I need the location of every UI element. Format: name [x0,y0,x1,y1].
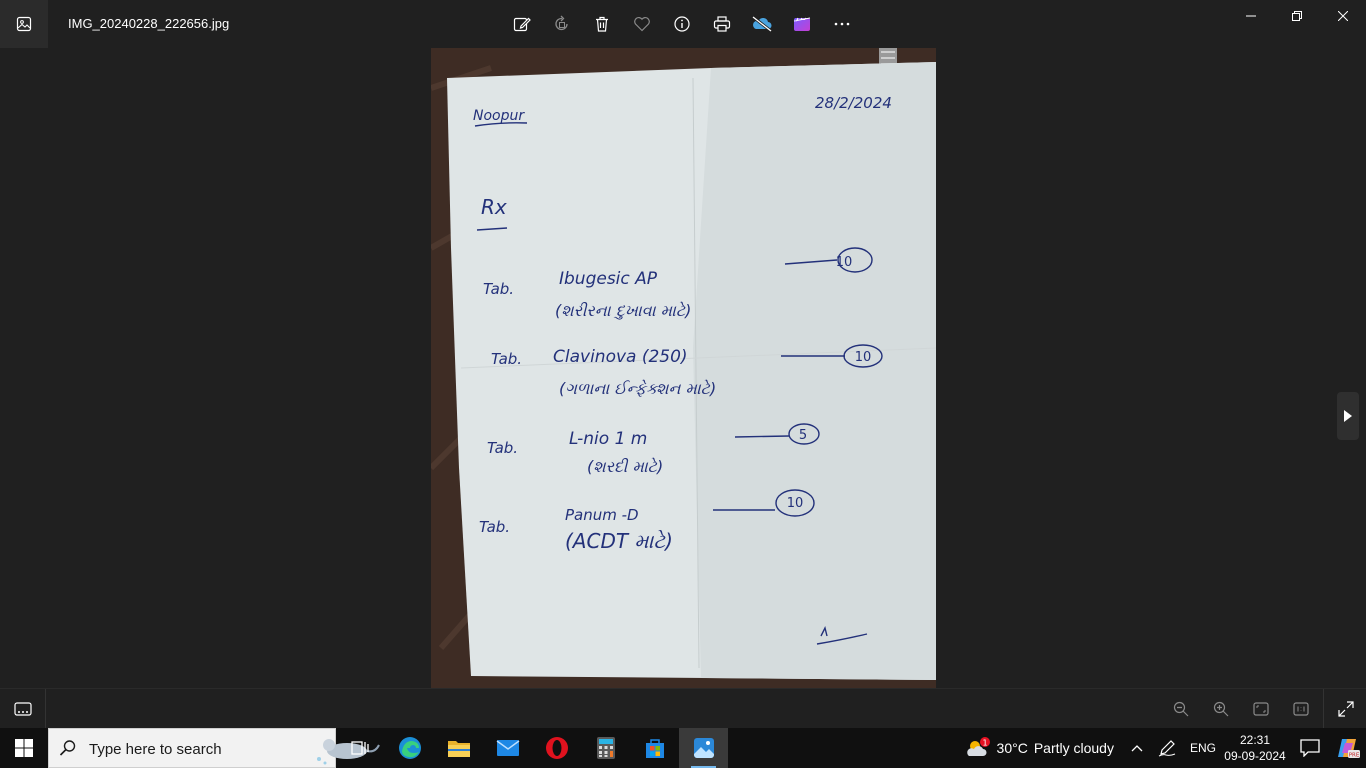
mail-app[interactable] [483,728,532,768]
info-icon[interactable] [662,4,702,44]
opera-icon [545,737,568,759]
zoom-in-icon[interactable] [1201,689,1241,728]
clock[interactable]: 22:31 09-09-2024 [1224,732,1286,764]
notification-icon [1300,739,1320,757]
item-note: (શરદી માટે) [587,457,663,476]
task-view-icon [350,741,369,755]
edit-icon[interactable] [502,4,542,44]
copilot-button[interactable]: PRE [1330,728,1366,768]
opera-app[interactable] [532,728,581,768]
partly-cloudy-icon: 1 [966,737,990,756]
more-icon[interactable] [822,4,862,44]
input-language[interactable]: ENG [1182,741,1224,755]
close-icon[interactable] [1320,0,1366,32]
rotate-icon[interactable] [542,4,582,44]
patient-name: Noopur [473,108,525,124]
start-button[interactable] [0,728,48,768]
calculator-app[interactable] [581,728,630,768]
notification-center-button[interactable] [1290,728,1330,768]
item-drug: Ibugesic AP [559,269,658,289]
item-note: (શરીરના દુખાવા માટે) [555,301,691,320]
weather-description: Partly cloudy [1033,740,1114,756]
item-prefix: Tab. [483,280,514,298]
item-qty: 10 [855,350,872,365]
item-drug: Panum -D [565,506,639,524]
pen-menu-button[interactable] [1152,728,1182,768]
search-icon [59,740,76,756]
weather-badge: 1 [982,739,987,748]
item-drug: L-nio 1 m [569,429,647,449]
item-qty: 5 [799,428,807,443]
show-hidden-icons-button[interactable] [1122,728,1152,768]
item-qty: 10 [787,496,804,511]
bottom-bar [0,688,1366,728]
windows-logo-icon [15,739,33,757]
photos-app-icon [0,0,48,48]
item-prefix: Tab. [491,350,522,368]
file-name: IMG_20240228_222656.jpg [68,16,230,31]
item-note: (ગળાના ઈન્ફેક્શન માટે) [559,379,716,398]
item-prefix: Tab. [479,518,510,536]
system-tray: 1 30°C Partly cloudy ENG 22:31 09-09-202… [959,728,1366,768]
pen-icon [1158,740,1176,757]
calculator-icon [596,737,615,759]
actual-size-icon[interactable] [1281,689,1321,728]
taskbar-apps [336,728,728,768]
file-explorer-app[interactable] [434,728,483,768]
clock-time: 22:31 [1239,733,1271,747]
chevron-right-icon [1344,410,1352,422]
mail-icon [496,740,519,756]
task-view-button[interactable] [336,728,385,768]
copilot-icon: PRE [1338,739,1360,759]
prescription-photo: Noopur 28/2/2024 Rx Tab. Ibugesic AP (શર… [431,48,936,688]
rx-symbol: Rx [481,195,507,219]
weather-widget[interactable]: 1 30°C Partly cloudy [959,728,1122,768]
onedrive-off-icon[interactable] [742,4,782,44]
store-icon [645,739,664,758]
clipchamp-icon[interactable] [782,4,822,44]
title-bar: IMG_20240228_222656.jpg [0,0,1366,48]
chevron-up-icon [1131,745,1143,752]
folder-icon [447,741,470,757]
item-prefix: Tab. [487,439,518,457]
next-image-button[interactable] [1337,392,1359,440]
edge-icon [398,737,421,759]
window-controls [1228,0,1366,32]
fit-icon[interactable] [1241,689,1281,728]
print-icon[interactable] [702,4,742,44]
divider [1323,689,1324,728]
filmstrip-icon[interactable] [0,689,46,728]
minimize-icon[interactable] [1228,0,1274,32]
weather-temp: 30°C [996,740,1028,756]
fullscreen-icon[interactable] [1326,689,1366,728]
image-toolbar [502,4,862,44]
photos-icon [693,738,714,758]
taskbar: Type here to search 1 30°C Partly cloudy… [0,728,1366,768]
svg-text:PRE: PRE [1349,753,1360,759]
item-drug: Clavinova (250) [553,347,688,367]
search-placeholder: Type here to search [89,741,222,758]
zoom-tools [1161,689,1366,728]
item-note: (ACDT માટે) [565,529,673,553]
store-app[interactable] [630,728,679,768]
clock-date: 09-09-2024 [1224,749,1286,763]
taskbar-search-box[interactable]: Type here to search [48,728,380,768]
edge-app[interactable] [385,728,434,768]
photos-app[interactable] [679,728,728,768]
delete-icon[interactable] [582,4,622,44]
favorite-icon[interactable] [622,4,662,44]
prescription-date: 28/2/2024 [815,94,892,112]
zoom-out-icon[interactable] [1161,689,1201,728]
restore-icon[interactable] [1274,0,1320,32]
image-viewer: Noopur 28/2/2024 Rx Tab. Ibugesic AP (શર… [0,48,1366,688]
